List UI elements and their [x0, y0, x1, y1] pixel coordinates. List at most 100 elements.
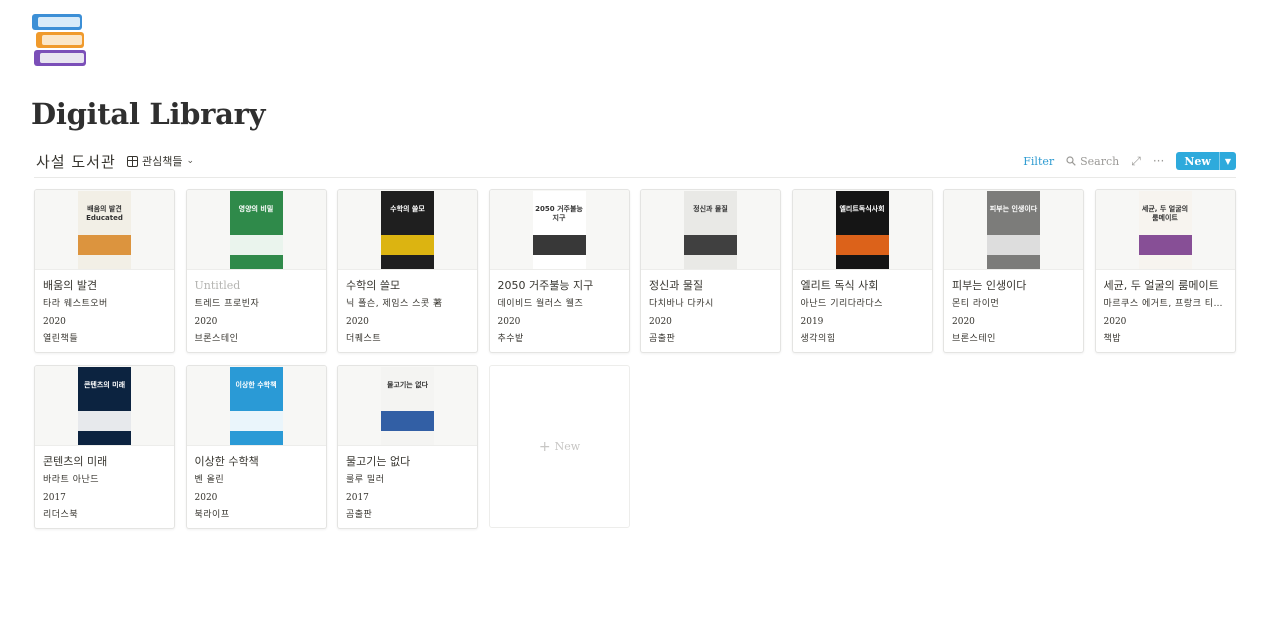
- card-year: 2017: [43, 492, 66, 503]
- card-properties: Untitled 트레드 프로빈자 2020 브론스테인: [187, 270, 326, 349]
- book-cover-image: 콘텐츠의 미래: [78, 367, 131, 445]
- cover-text: 정신과 물질: [693, 205, 728, 213]
- book-cover-image: 세균, 두 얼굴의 룸메이트: [1138, 191, 1192, 269]
- card-publisher: 열린책들: [43, 334, 79, 344]
- book-cover-image: 정신과 물질: [684, 191, 737, 269]
- new-card-label: New: [554, 440, 581, 453]
- cover-text: 물고기는 없다: [386, 381, 429, 389]
- gallery-card[interactable]: 배움의 발견 Educated 배움의 발견 타라 웨스트오버 2020 열린책들: [34, 189, 175, 353]
- card-properties: 배움의 발견 타라 웨스트오버 2020 열린책들: [35, 270, 174, 349]
- card-publisher: 책밥: [1103, 334, 1122, 344]
- card-year: 2020: [194, 316, 218, 327]
- card-author: 데이비드 월러스 웰즈: [497, 299, 584, 309]
- gallery-card[interactable]: 이상한 수학책 이상한 수학책 벤 올린 2020 북라이프: [185, 365, 327, 529]
- gallery-card[interactable]: 콘텐츠의 미래 콘텐츠의 미래 바라트 아난드 2017 리더스북: [34, 365, 175, 529]
- card-title: 물고기는 없다: [346, 455, 411, 468]
- gallery-card[interactable]: 수학의 쓸모수학의 쓸모 닉 폴슨, 제임스 스콧 著 2020 더퀘스트: [337, 189, 478, 353]
- cover-band: [78, 235, 131, 255]
- search-button[interactable]: Search: [1066, 155, 1119, 168]
- cover-band: [229, 411, 283, 431]
- card-author: 트레드 프로빈자: [194, 299, 260, 309]
- cover-band: [987, 235, 1040, 255]
- card-year: 2017: [346, 492, 369, 503]
- cover-text: 2050 거주불능 지구: [535, 205, 583, 222]
- database-title[interactable]: 사설 도서관: [36, 151, 116, 172]
- gallery-card[interactable]: 영양의 비밀 Untitled 트레드 프로빈자 2020 브론스테인: [185, 189, 327, 353]
- card-publisher: 곰출판: [346, 510, 373, 520]
- card-cover: 영양의 비밀: [186, 190, 326, 270]
- card-properties: 2050 거주불능 지구데이비드 월러스 웰즈 2020 추수밭: [490, 270, 629, 349]
- book-cover-image: 2050 거주불능 지구: [532, 191, 586, 269]
- card-properties: 수학의 쓸모 닉 폴슨, 제임스 스콧 著 2020 더퀘스트: [338, 270, 477, 349]
- card-publisher: 브론스테인: [194, 334, 239, 344]
- search-icon: [1066, 156, 1076, 166]
- expand-icon[interactable]: ⤢: [1131, 154, 1141, 169]
- card-year: 2020: [1103, 316, 1127, 327]
- card-cover: 피부는 인생이다: [944, 190, 1083, 270]
- card-year: 2020: [649, 316, 672, 327]
- cover-text: 세균, 두 얼굴의 룸메이트: [1141, 205, 1189, 222]
- card-cover: 정신과 물질: [641, 190, 780, 270]
- card-properties: 피부는 인생이다 몬티 라이먼 2020 브론스테인: [944, 270, 1083, 349]
- card-cover: 배움의 발견 Educated: [35, 190, 174, 270]
- card-properties: 정신과 물질 다치바나 다카시 2020 곰출판: [641, 270, 780, 349]
- gallery-card[interactable]: 피부는 인생이다 피부는 인생이다 몬티 라이먼 2020 브론스테인: [943, 189, 1084, 353]
- card-title: 이상한 수학책: [194, 455, 259, 468]
- cover-text: 배움의 발견 Educated: [86, 205, 123, 222]
- card-title: 정신과 물질: [649, 279, 704, 292]
- card-cover: 엘리트독식사회: [792, 190, 932, 270]
- cover-text: 영양의 비밀: [238, 205, 274, 213]
- new-button[interactable]: New ▼: [1176, 152, 1236, 170]
- books-icon[interactable]: [32, 12, 90, 70]
- card-title: Untitled: [194, 279, 241, 292]
- gallery-card[interactable]: 정신과 물질 정신과 물질 다치바나 다카시 2020 곰출판: [640, 189, 781, 353]
- card-year: 2020: [497, 316, 521, 327]
- cover-band: [381, 235, 434, 255]
- book-cover-image: 배움의 발견 Educated: [78, 191, 131, 269]
- card-publisher: 생각의힘: [800, 334, 836, 344]
- card-publisher: 북라이프: [194, 510, 230, 520]
- card-properties: 세균, 두 얼굴의 룸메이트마르쿠스 에거트, 프랑크 티에수… 2020 책밥: [1096, 270, 1235, 349]
- cover-text: 피부는 인생이다: [989, 205, 1038, 213]
- card-publisher: 브론스테인: [952, 334, 996, 344]
- book-cover-image: 이상한 수학책: [229, 367, 283, 445]
- more-options-icon[interactable]: ···: [1153, 154, 1164, 168]
- book-cover-image: 영양의 비밀: [229, 191, 283, 269]
- card-title: 피부는 인생이다: [952, 279, 1027, 292]
- view-switcher[interactable]: 관심책들 ⌄: [127, 153, 194, 169]
- card-publisher: 추수밭: [497, 334, 524, 344]
- card-properties: 엘리트 독식 사회 아난드 기리다라다스 2019 생각의힘: [793, 270, 932, 349]
- card-cover: 수학의 쓸모: [338, 190, 477, 270]
- chevron-down-icon: ⌄: [186, 156, 195, 166]
- new-card-button[interactable]: + New: [489, 365, 630, 528]
- card-title: 배움의 발견: [43, 279, 98, 292]
- page-title: Digital Library: [31, 97, 266, 131]
- filter-button[interactable]: Filter: [1023, 155, 1054, 168]
- cover-text: 수학의 쓸모: [390, 205, 425, 213]
- cover-band: [532, 235, 586, 255]
- book-cover-image: 수학의 쓸모: [381, 191, 434, 269]
- plus-icon: +: [538, 438, 551, 455]
- cover-band: [78, 411, 131, 431]
- card-properties: 이상한 수학책 벤 올린 2020 북라이프: [187, 446, 326, 525]
- chevron-down-icon[interactable]: ▼: [1218, 152, 1236, 170]
- card-cover: 이상한 수학책: [186, 366, 326, 446]
- card-publisher: 곰출판: [649, 334, 676, 344]
- cover-band: [835, 235, 889, 255]
- card-title: 2050 거주불능 지구: [497, 279, 594, 292]
- new-button-label: New: [1184, 154, 1211, 168]
- gallery-card[interactable]: 물고기는 없다 물고기는 없다 룰루 밀러 2017 곰출판: [337, 365, 478, 529]
- card-properties: 물고기는 없다 룰루 밀러 2017 곰출판: [338, 446, 477, 525]
- card-author: 타라 웨스트오버: [43, 299, 108, 309]
- cover-band: [1138, 235, 1192, 255]
- cover-band: [229, 235, 283, 255]
- cover-text: 이상한 수학책: [235, 381, 277, 389]
- gallery-card[interactable]: 엘리트독식사회 엘리트 독식 사회 아난드 기리다라다스 2019 생각의힘: [791, 189, 933, 353]
- book-cover-image: 피부는 인생이다: [987, 191, 1040, 269]
- search-label: Search: [1080, 154, 1120, 168]
- cover-text: 엘리트독식사회: [839, 205, 885, 213]
- card-year: 2019: [800, 316, 824, 327]
- gallery-card[interactable]: 세균, 두 얼굴의 룸메이트 세균, 두 얼굴의 룸메이트 마르쿠스 에거트, 프랑…: [1094, 189, 1236, 353]
- gallery-card[interactable]: 2050 거주불능 지구 2050 거주불능 지구데이비드 월러스 웰즈 2020 추…: [488, 189, 630, 353]
- card-properties: 콘텐츠의 미래 바라트 아난드 2017 리더스북: [35, 446, 174, 525]
